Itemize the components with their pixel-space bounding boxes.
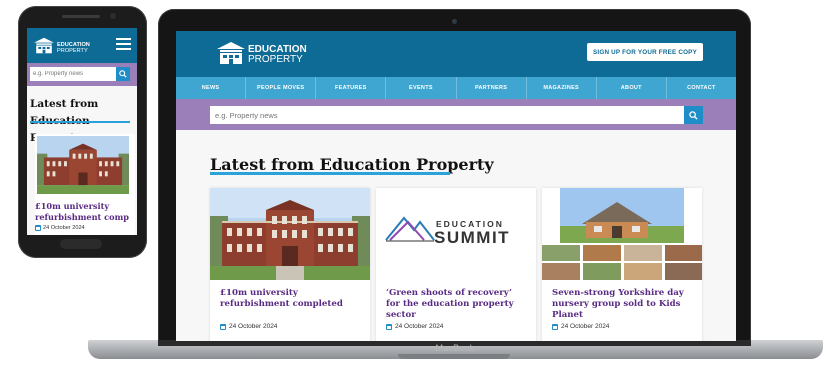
phone-screen: EDUCATION PROPERTY Latest from Education… bbox=[27, 28, 137, 235]
article-card[interactable]: £10m university refurbishment completed … bbox=[210, 188, 370, 341]
nav-magazines[interactable]: MAGAZINES bbox=[527, 77, 597, 99]
search-button[interactable] bbox=[684, 106, 703, 124]
phone-home-button bbox=[60, 239, 102, 249]
mobile-logo-icon[interactable] bbox=[33, 37, 55, 59]
mobile-search-input[interactable] bbox=[30, 67, 116, 81]
nav-people-moves[interactable]: PEOPLE MOVES bbox=[246, 77, 317, 99]
title-underline bbox=[210, 172, 450, 175]
mobile-article-title[interactable]: £10m university refurbishment comp bbox=[35, 201, 137, 222]
nav-partners[interactable]: PARTNERS bbox=[457, 77, 527, 99]
search-input[interactable] bbox=[210, 106, 684, 124]
nav-about[interactable]: ABOUT bbox=[597, 77, 667, 99]
mobile-search-button[interactable] bbox=[116, 67, 130, 81]
article-image-nursery[interactable] bbox=[542, 188, 702, 280]
mobile-logo-line-2: PROPERTY bbox=[57, 48, 88, 54]
article-image-building[interactable] bbox=[210, 188, 370, 280]
calendar-icon bbox=[220, 323, 226, 330]
signup-button[interactable]: SIGN UP FOR YOUR FREE COPY bbox=[587, 43, 703, 61]
article-date: 24 October 2024 bbox=[552, 323, 609, 330]
article-card[interactable]: Seven-strong Yorkshire day nursery group… bbox=[542, 188, 702, 341]
phone-camera bbox=[110, 13, 116, 19]
laptop-notch bbox=[398, 354, 510, 359]
mobile-article-title-line-2: refurbishment comp bbox=[35, 211, 130, 222]
nav-contact[interactable]: CONTACT bbox=[667, 77, 736, 99]
nav-news[interactable]: NEWS bbox=[176, 77, 247, 99]
article-date-text: 24 October 2024 bbox=[395, 323, 444, 330]
article-title[interactable]: Seven-strong Yorkshire day nursery group… bbox=[552, 288, 692, 321]
nav-features[interactable]: FEATURES bbox=[316, 77, 387, 99]
main-nav: NEWS PEOPLE MOVES FEATURES EVENTS PARTNE… bbox=[176, 77, 736, 99]
article-date: 24 October 2024 bbox=[220, 323, 277, 330]
search-icon bbox=[119, 70, 127, 78]
mobile-title-line-1: Latest from bbox=[30, 98, 99, 110]
article-image-summit[interactable]: EDUCATION SUMMIT bbox=[376, 188, 536, 280]
article-date: 24 October 2024 bbox=[386, 323, 443, 330]
logo-line-2: PROPERTY bbox=[248, 54, 303, 65]
calendar-icon bbox=[386, 323, 392, 330]
mobile-article-card[interactable]: £10m university refurbishment comp 24 Oc… bbox=[35, 134, 135, 235]
laptop-screen: EDUCATION PROPERTY SIGN UP FOR YOUR FREE… bbox=[176, 31, 736, 341]
summit-logo-bottom: SUMMIT bbox=[434, 228, 511, 247]
calendar-icon bbox=[35, 225, 41, 231]
mobile-article-date-text: 24 October 2024 bbox=[43, 225, 85, 231]
article-card[interactable]: EDUCATION SUMMIT ‘Green shoots of recove… bbox=[376, 188, 536, 341]
mobile-logo-text[interactable]: EDUCATION PROPERTY bbox=[57, 42, 90, 54]
logo-icon[interactable] bbox=[216, 41, 246, 70]
calendar-icon bbox=[552, 323, 558, 330]
mobile-title-underline bbox=[30, 121, 130, 123]
laptop-camera bbox=[452, 19, 457, 24]
article-date-text: 24 October 2024 bbox=[561, 323, 610, 330]
search-icon bbox=[689, 110, 698, 120]
mobile-article-image-building[interactable] bbox=[37, 136, 129, 194]
phone-speaker bbox=[62, 15, 100, 18]
article-title[interactable]: ‘Green shoots of recovery’ for the educa… bbox=[386, 288, 526, 321]
article-date-text: 24 October 2024 bbox=[229, 323, 278, 330]
nav-events[interactable]: EVENTS bbox=[386, 77, 457, 99]
logo-text[interactable]: EDUCATION PROPERTY bbox=[248, 45, 307, 65]
menu-icon[interactable] bbox=[116, 38, 131, 50]
article-title[interactable]: £10m university refurbishment completed bbox=[220, 288, 360, 310]
mobile-article-date: 24 October 2024 bbox=[35, 225, 85, 231]
mobile-article-title-line-1: £10m university bbox=[35, 201, 110, 211]
laptop-label: MacBook bbox=[435, 343, 475, 353]
